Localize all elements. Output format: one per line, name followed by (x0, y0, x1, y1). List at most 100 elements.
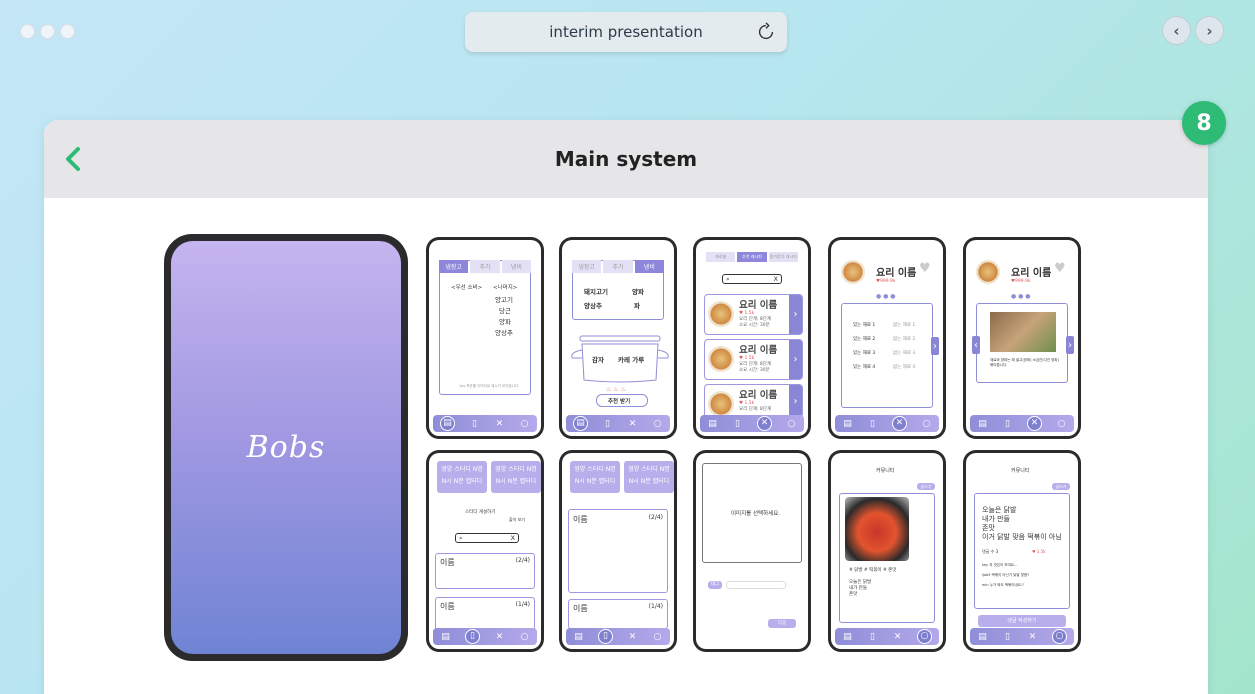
study-member-count: (2/4) (515, 557, 530, 564)
study-nav-icon[interactable]: ▯ (465, 629, 480, 644)
chat-nav-icon[interactable]: ○ (921, 419, 932, 429)
recipe-steps: 요리 단계: 8단계 (739, 407, 772, 412)
recipe-thumbnail (976, 260, 1000, 284)
fridge-nav-icon[interactable]: ▤ (440, 632, 451, 642)
window-minimize-dot[interactable] (40, 24, 55, 39)
fridge-nav-icon[interactable]: ▤ (573, 632, 584, 642)
image-picker[interactable]: 이미지를 선택하세요. (702, 463, 802, 563)
reload-icon[interactable] (755, 21, 777, 43)
recipe-nav-icon[interactable]: ✕ (494, 419, 505, 429)
nav-back-button[interactable]: ‹ (1162, 16, 1191, 45)
recipe-card[interactable]: 요리 이름 ♥ 1.5k 요리 단계: 8단계 소요 시간: 30분 › (704, 294, 803, 335)
ingredient-chip[interactable]: 양상추 (584, 300, 602, 310)
page-title: Main system (554, 147, 698, 171)
study-chip[interactable]: 영양 스터디 N명 N시 N분 랩터디 (437, 461, 487, 493)
bottom-nav: ▤ ▯ ✕ ○ (835, 628, 939, 645)
tab-add[interactable]: 추가 (470, 260, 500, 273)
tab-by-ingredient[interactable]: 재료별 (706, 252, 736, 262)
study-nav-icon[interactable]: ▯ (469, 419, 480, 429)
chat-nav-icon[interactable]: ○ (1056, 419, 1067, 429)
flame-icon: ♨ ♨ ♨ (606, 386, 626, 393)
fridge-nav-icon[interactable]: ▤ (440, 416, 455, 431)
study-chip[interactable]: 영양 스터디 N명 N시 N분 랩터디 (491, 461, 541, 493)
phone-study-list: 영양 스터디 N명 N시 N분 랩터디 영양 스터디 N명 N시 N분 랩터디 … (426, 450, 544, 652)
write-post-button[interactable]: 글쓰기 (917, 483, 935, 490)
tab-fridge[interactable]: 냉장고 (439, 260, 469, 273)
study-nav-icon[interactable]: ▯ (732, 419, 743, 429)
tab-freezer[interactable]: 냉비 (634, 260, 664, 273)
chat-nav-icon[interactable]: ○ (519, 632, 530, 642)
search-icon: ⌕ (459, 534, 463, 542)
recommend-button[interactable]: 추천 받기 (596, 394, 648, 407)
chevron-right-icon[interactable]: › (789, 295, 802, 334)
clear-search-button[interactable]: X (774, 275, 778, 283)
pot-screen: 냉장고 추가 냉비 돼지고기 양파 양상추 파 감자 카레 가루 ♨ ♨ ♨ 추… (562, 240, 674, 436)
recipe-nav-icon[interactable]: ✕ (1027, 632, 1038, 642)
chat-nav-icon[interactable]: ○ (652, 632, 663, 642)
have-ingredient: 있는 재료 1 (853, 323, 876, 328)
bottom-nav: ▤ ▯ ✕ ○ (566, 628, 670, 645)
ingredient-chip[interactable]: 파 (634, 300, 640, 310)
tab-favorites[interactable]: 즐겨찾기 레시피 (768, 252, 798, 262)
fridge-nav-icon[interactable]: ▤ (707, 419, 718, 429)
recipe-card[interactable]: 요리 이름 ♥ 1.5k 요리 단계: 8단계 › (704, 384, 803, 418)
tab-add[interactable]: 추가 (603, 260, 633, 273)
search-input[interactable]: ⌕ X (455, 533, 519, 543)
nav-forward-button[interactable]: › (1195, 16, 1224, 45)
chevron-left-icon[interactable]: ‹ (972, 336, 980, 354)
chat-nav-icon[interactable]: ○ (1052, 629, 1067, 644)
recipe-card[interactable]: 요리 이름 ♥ 1.5k 요리 단계: 8단계 소요 시간: 30분 › (704, 339, 803, 380)
post-line: 존맛 (849, 592, 858, 597)
chevron-right-icon[interactable]: › (931, 337, 939, 355)
address-bar[interactable]: interim presentation (465, 12, 787, 52)
study-nav-icon[interactable]: ▯ (1002, 632, 1013, 642)
chat-nav-icon[interactable]: ○ (652, 419, 663, 429)
window-maximize-dot[interactable] (60, 24, 75, 39)
study-card[interactable]: 이름 (2/4) (435, 553, 535, 589)
tab-freezer[interactable]: 냉비 (501, 260, 531, 273)
study-chip[interactable]: 영양 스터디 N명 N시 N분 랩터디 (570, 461, 620, 493)
study-card[interactable]: 이름 (1/4) (568, 599, 668, 629)
chevron-right-icon[interactable]: › (1066, 336, 1074, 354)
fridge-nav-icon[interactable]: ▤ (977, 419, 988, 429)
recipe-nav-icon[interactable]: ✕ (627, 632, 638, 642)
tab-fridge[interactable]: 냉장고 (572, 260, 602, 273)
chat-nav-icon[interactable]: ○ (786, 419, 797, 429)
heart-icon[interactable]: ♥ (1054, 261, 1066, 276)
study-nav-icon[interactable]: ▯ (867, 419, 878, 429)
chat-nav-icon[interactable]: ○ (519, 419, 530, 429)
chat-nav-icon[interactable]: ○ (917, 629, 932, 644)
fridge-nav-icon[interactable]: ▤ (842, 419, 853, 429)
recipe-nav-icon[interactable]: ✕ (494, 632, 505, 642)
ingredient-chip[interactable]: 돼지고기 (584, 286, 608, 296)
fridge-nav-icon[interactable]: ▤ (842, 632, 853, 642)
open-study-button[interactable]: 스터디 개설하기 (465, 509, 495, 515)
fridge-nav-icon[interactable]: ▤ (977, 632, 988, 642)
study-nav-icon[interactable]: ▯ (1002, 419, 1013, 429)
chevron-right-icon[interactable]: › (789, 340, 802, 379)
chevron-right-icon[interactable]: › (789, 385, 802, 417)
recipe-nav-icon[interactable]: ✕ (892, 416, 907, 431)
comment: min 누가 봐도 떡볶이네요.? (982, 583, 1024, 587)
ingredient-chip[interactable]: 양파 (632, 286, 644, 296)
recipe-nav-icon[interactable]: ✕ (627, 419, 638, 429)
write-comment-button[interactable]: 댓글 작성하기 (978, 615, 1066, 627)
window-close-dot[interactable] (20, 24, 35, 39)
recipe-nav-icon[interactable]: ✕ (757, 416, 772, 431)
study-nav-icon[interactable]: ▯ (602, 419, 613, 429)
study-nav-icon[interactable]: ▯ (867, 632, 878, 642)
clear-search-button[interactable]: X (511, 534, 515, 542)
study-nav-icon[interactable]: ▯ (598, 629, 613, 644)
tab-recommended[interactable]: 추천 레시피 (737, 252, 767, 262)
next-button[interactable]: 다음 (768, 619, 796, 628)
heart-icon[interactable]: ♥ (919, 261, 931, 276)
search-input[interactable]: ⌕ X (722, 274, 782, 284)
tag-input[interactable] (726, 581, 786, 589)
recipe-nav-icon[interactable]: ✕ (892, 632, 903, 642)
show-attendance-checkbox[interactable]: 출석 보기 (509, 517, 525, 523)
back-chevron-icon[interactable] (60, 144, 86, 174)
study-chip[interactable]: 영양 스터디 N명 N시 N분 랩터디 (624, 461, 674, 493)
fridge-nav-icon[interactable]: ▤ (573, 416, 588, 431)
recipe-nav-icon[interactable]: ✕ (1027, 416, 1042, 431)
write-post-button[interactable]: 글쓰기 (1052, 483, 1070, 490)
